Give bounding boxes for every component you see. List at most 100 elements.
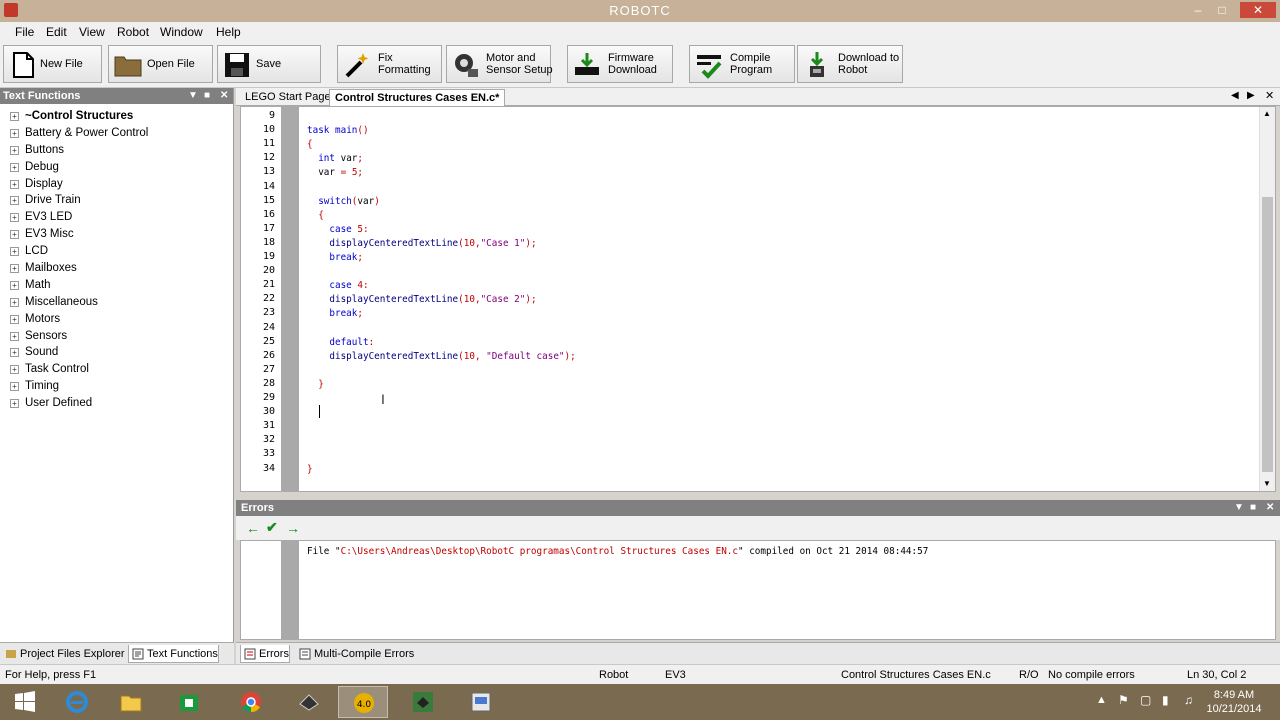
expand-icon[interactable]: +: [10, 213, 19, 223]
tree-item-sound[interactable]: + Sound: [0, 344, 233, 361]
taskbar-ev3-app[interactable]: [398, 686, 448, 718]
tree-item-drive-train[interactable]: + Drive Train: [0, 192, 233, 209]
expand-icon[interactable]: +: [10, 314, 19, 324]
compile-program-button[interactable]: Compile Program: [689, 45, 795, 83]
tree-item-task-control[interactable]: + Task Control: [0, 361, 233, 378]
menu-robot[interactable]: Robot: [117, 25, 149, 39]
expand-icon[interactable]: +: [10, 145, 19, 155]
tab-project-files-explorer[interactable]: Project Files Explorer: [2, 645, 125, 663]
show-hidden-icons-icon[interactable]: ▲: [1096, 694, 1107, 706]
tree-item-debug[interactable]: + Debug: [0, 159, 233, 176]
tab-lego-start-page[interactable]: LEGO Start Page: [240, 89, 336, 106]
code-line[interactable]: {: [307, 139, 313, 150]
tree-item-ev3-misc[interactable]: + EV3 Misc: [0, 226, 233, 243]
tree-item-lcd[interactable]: + LCD: [0, 243, 233, 260]
code-line[interactable]: {: [307, 210, 324, 221]
code-line[interactable]: displayCenteredTextLine(10,"Case 1");: [307, 238, 536, 249]
code-line[interactable]: }: [307, 379, 324, 390]
tab-text-functions[interactable]: Text Functions: [128, 645, 219, 663]
scrollbar-thumb[interactable]: [1262, 197, 1273, 472]
previous-error-icon[interactable]: ←: [246, 520, 260, 536]
tree-item-battery-power-control[interactable]: + Battery & Power Control: [0, 125, 233, 142]
volume-icon[interactable]: ♫: [1184, 693, 1193, 707]
code-line[interactable]: break;: [307, 252, 363, 263]
expand-icon[interactable]: +: [10, 365, 19, 375]
taskbar-screen-recorder[interactable]: [456, 686, 506, 718]
code-line[interactable]: var = 5;: [307, 167, 363, 178]
flag-icon[interactable]: ⚑: [1118, 693, 1129, 707]
maximize-button[interactable]: □: [1210, 2, 1234, 18]
tab-scroll-left-icon[interactable]: ◀: [1231, 90, 1239, 101]
expand-icon[interactable]: +: [10, 297, 19, 307]
tree-item-control-structures[interactable]: + ~Control Structures: [0, 108, 233, 125]
tree-item-miscellaneous[interactable]: + Miscellaneous: [0, 294, 233, 311]
menu-view[interactable]: View: [79, 25, 105, 39]
taskbar-clock[interactable]: 8:49 AM 10/21/2014: [1204, 688, 1264, 716]
menu-edit[interactable]: Edit: [46, 25, 67, 39]
code-line[interactable]: switch(var): [307, 196, 380, 207]
expand-icon[interactable]: +: [10, 399, 19, 409]
minimize-button[interactable]: –: [1186, 2, 1210, 18]
expand-icon[interactable]: +: [10, 264, 19, 274]
taskbar-store[interactable]: [164, 686, 214, 718]
code-line[interactable]: break;: [307, 308, 363, 319]
taskbar-robotc[interactable]: 4.0: [338, 686, 388, 718]
errors-pin-icon[interactable]: ■: [1250, 500, 1256, 516]
motor-sensor-setup-button[interactable]: Motor and Sensor Setup: [446, 45, 553, 83]
expand-icon[interactable]: +: [10, 112, 19, 121]
panel-close-icon[interactable]: ✕: [220, 88, 228, 104]
download-to-robot-button[interactable]: Download to Robot: [797, 45, 903, 83]
panel-pin-icon[interactable]: ■: [204, 88, 210, 104]
expand-icon[interactable]: +: [10, 247, 19, 257]
network-icon[interactable]: ▮: [1162, 693, 1169, 707]
panel-dropdown-icon[interactable]: ▼: [188, 88, 198, 104]
errors-dropdown-icon[interactable]: ▼: [1234, 500, 1244, 516]
check-icon[interactable]: ✔: [266, 519, 278, 536]
expand-icon[interactable]: +: [10, 331, 19, 341]
editor-close-icon[interactable]: ✕: [1265, 89, 1274, 102]
taskbar-chrome[interactable]: [226, 686, 276, 718]
breakpoint-margin[interactable]: [281, 107, 299, 491]
tree-item-math[interactable]: + Math: [0, 277, 233, 294]
tree-item-timing[interactable]: + Timing: [0, 378, 233, 395]
code-line[interactable]: }: [307, 464, 313, 475]
tab-multi-compile-errors[interactable]: Multi-Compile Errors: [296, 645, 414, 663]
code-line[interactable]: default:: [307, 337, 374, 348]
tree-item-motors[interactable]: + Motors: [0, 311, 233, 328]
next-error-icon[interactable]: →: [286, 520, 300, 536]
expand-icon[interactable]: +: [10, 230, 19, 240]
tree-item-display[interactable]: + Display: [0, 176, 233, 193]
tree-item-mailboxes[interactable]: + Mailboxes: [0, 260, 233, 277]
expand-icon[interactable]: +: [10, 382, 19, 392]
expand-icon[interactable]: +: [10, 196, 19, 206]
code-editor[interactable]: 9 10 11 12 13 14 15 16 17 18 19 20 21 22 23 24 25 26 27 28 2…: [240, 106, 1276, 492]
fix-formatting-button[interactable]: Fix Formatting: [337, 45, 442, 83]
start-button[interactable]: [0, 686, 50, 718]
tab-control-structures-cases[interactable]: Control Structures Cases EN.c*: [329, 89, 506, 106]
expand-icon[interactable]: +: [10, 128, 19, 138]
firmware-download-button[interactable]: Firmware Download: [567, 45, 673, 83]
menu-file[interactable]: File: [15, 25, 34, 39]
expand-icon[interactable]: +: [10, 348, 19, 358]
menu-help[interactable]: Help: [216, 25, 241, 39]
action-center-icon[interactable]: ▢: [1140, 693, 1151, 707]
tab-scroll-right-icon[interactable]: ▶: [1247, 90, 1255, 101]
compiled-file-path[interactable]: C:\Users\Andreas\Desktop\RobotC programa…: [341, 546, 738, 557]
save-button[interactable]: Save: [217, 45, 321, 83]
expand-icon[interactable]: +: [10, 179, 19, 189]
tab-errors[interactable]: Errors: [240, 645, 290, 663]
scroll-down-icon[interactable]: ▼: [1263, 479, 1271, 488]
close-button[interactable]: ✕: [1240, 2, 1276, 18]
taskbar-file-explorer[interactable]: [106, 686, 156, 718]
tree-item-ev3-led[interactable]: + EV3 LED: [0, 209, 233, 226]
code-line[interactable]: displayCenteredTextLine(10,"Case 2");: [307, 294, 536, 305]
code-line[interactable]: task main(): [307, 125, 369, 136]
code-line[interactable]: displayCenteredTextLine(10, "Default cas…: [307, 351, 575, 362]
new-file-button[interactable]: New File: [3, 45, 102, 83]
errors-close-icon[interactable]: ✕: [1266, 500, 1274, 516]
taskbar-lego-app[interactable]: [284, 686, 334, 718]
tree-item-user-defined[interactable]: + User Defined: [0, 395, 233, 412]
expand-icon[interactable]: +: [10, 280, 19, 290]
tree-item-sensors[interactable]: + Sensors: [0, 328, 233, 345]
taskbar-internet-explorer[interactable]: [52, 686, 102, 718]
